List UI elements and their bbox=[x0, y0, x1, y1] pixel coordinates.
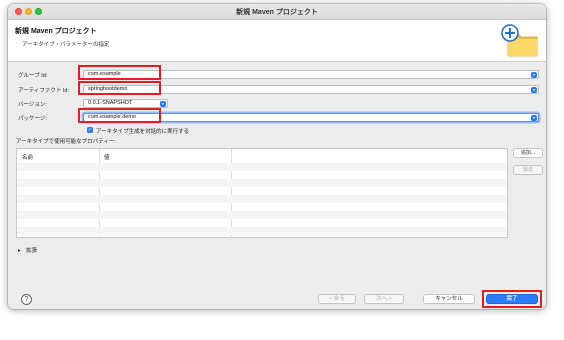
properties-label: アーキタイプで使用可能なプロパティー: bbox=[16, 139, 116, 145]
title-bar: 新規 Maven プロジェクト bbox=[8, 4, 546, 20]
window-title: 新規 Maven プロジェクト bbox=[236, 9, 318, 16]
maven-wizard-window: 新規 Maven プロジェクト 新規 Maven プロジェクト アーキタイプ・パ… bbox=[8, 4, 546, 309]
chevron-down-icon[interactable]: ▾ bbox=[531, 114, 537, 121]
remove-property-button[interactable]: 除去 bbox=[513, 165, 543, 175]
folder-plus-icon bbox=[501, 24, 538, 57]
add-property-button[interactable]: 追加... bbox=[513, 148, 543, 158]
highlight-box-artifact-id bbox=[78, 81, 161, 95]
table-row bbox=[17, 179, 507, 187]
highlight-box-finish bbox=[482, 290, 542, 308]
next-button[interactable]: 次へ > bbox=[364, 294, 404, 304]
chevron-down-icon[interactable]: ▾ bbox=[160, 100, 166, 107]
advanced-label: 拡張 bbox=[26, 248, 38, 254]
highlight-box-group-id bbox=[78, 65, 161, 80]
page-subtitle: アーキタイプ・パラメーターの指定 bbox=[22, 42, 110, 48]
version-select[interactable]: 0.0.1-SNAPSHOT ▾ bbox=[83, 99, 168, 108]
chevron-down-icon[interactable]: ▾ bbox=[531, 86, 537, 93]
interactive-generation-label: アーキタイプ生成を対話的に実行する bbox=[96, 129, 190, 135]
help-icon[interactable]: ? bbox=[21, 294, 32, 305]
wizard-header: 新規 Maven プロジェクト アーキタイプ・パラメーターの指定 bbox=[8, 20, 546, 62]
back-button[interactable]: < 戻る bbox=[318, 294, 356, 304]
table-row bbox=[17, 211, 507, 219]
artifact-id-label: アーティファクト Id: bbox=[18, 88, 69, 94]
properties-table[interactable]: 名前 値 bbox=[16, 148, 508, 239]
group-id-label: グループ Id: bbox=[18, 73, 48, 79]
highlight-box-package bbox=[78, 108, 161, 123]
column-header-name[interactable]: 名前 bbox=[22, 153, 33, 161]
package-label: パッケージ: bbox=[18, 116, 47, 122]
interactive-generation-checkbox[interactable]: ✓ bbox=[87, 127, 93, 133]
version-label: バージョン: bbox=[18, 102, 47, 108]
chevron-right-icon: ▸ bbox=[18, 248, 21, 254]
chevron-down-icon[interactable]: ▾ bbox=[531, 71, 537, 78]
column-header-value[interactable]: 値 bbox=[104, 153, 110, 161]
advanced-toggle[interactable]: ▸ 拡張 bbox=[18, 246, 37, 254]
table-row bbox=[17, 195, 507, 203]
page-title: 新規 Maven プロジェクト bbox=[15, 28, 97, 35]
cancel-button[interactable]: キャンセル bbox=[423, 294, 475, 304]
version-value: 0.0.1-SNAPSHOT bbox=[88, 100, 133, 106]
table-row bbox=[17, 163, 507, 171]
table-row bbox=[17, 227, 507, 235]
